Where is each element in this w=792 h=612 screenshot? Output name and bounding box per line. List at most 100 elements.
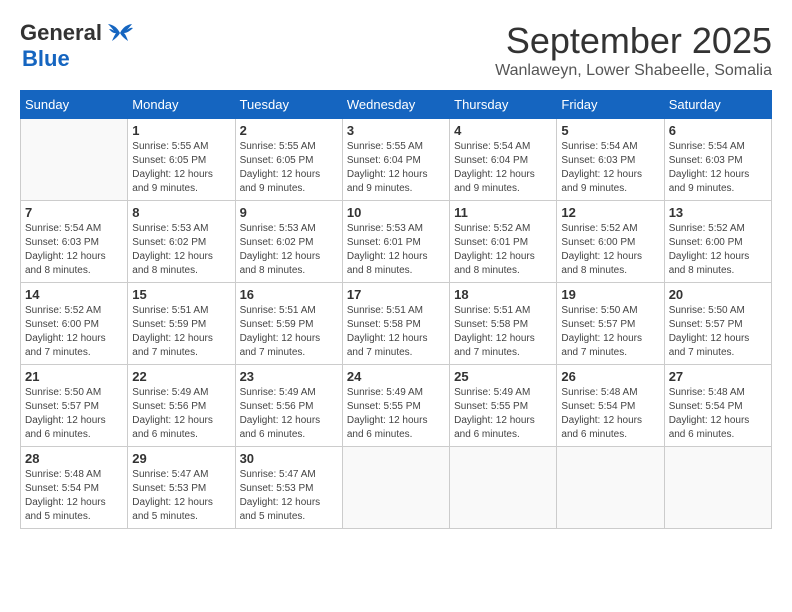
day-info: Sunrise: 5:48 AM Sunset: 5:54 PM Dayligh…: [669, 386, 767, 442]
calendar-cell: 22Sunrise: 5:49 AM Sunset: 5:56 PM Dayli…: [128, 365, 235, 447]
day-number: 4: [454, 123, 552, 138]
day-number: 23: [240, 369, 338, 384]
calendar-cell: 26Sunrise: 5:48 AM Sunset: 5:54 PM Dayli…: [557, 365, 664, 447]
calendar-cell: 9Sunrise: 5:53 AM Sunset: 6:02 PM Daylig…: [235, 201, 342, 283]
calendar-cell: 21 Sunrise: 5:50 AM Sunset: 5:57 PM Dayli…: [21, 365, 128, 447]
day-info: Sunrise: 5:51 AM Sunset: 5:59 PM Dayligh…: [132, 304, 230, 360]
day-info: Sunrise: 5:55 AM Sunset: 6:05 PM Dayligh…: [132, 140, 230, 196]
day-number: 18: [454, 287, 552, 302]
day-number: 17: [347, 287, 445, 302]
calendar-cell: 13Sunrise: 5:52 AM Sunset: 6:00 PM Dayli…: [664, 201, 771, 283]
calendar-cell: 19 Sunrise: 5:50 AM Sunset: 5:57 PM Dayli…: [557, 283, 664, 365]
calendar-cell: 8 Sunrise: 5:53 AM Sunset: 6:02 PM Daylig…: [128, 201, 235, 283]
day-number: 5: [561, 123, 659, 138]
calendar-cell: 2 Sunrise: 5:55 AM Sunset: 6:05 PM Daylig…: [235, 119, 342, 201]
calendar-cell: 3Sunrise: 5:55 AM Sunset: 6:04 PM Daylig…: [342, 119, 449, 201]
calendar-cell: 25Sunrise: 5:49 AM Sunset: 5:55 PM Dayli…: [450, 365, 557, 447]
calendar-week-row: 28 Sunrise: 5:48 AM Sunset: 5:54 PM Dayli…: [21, 447, 772, 529]
column-header-thursday: Thursday: [450, 91, 557, 119]
calendar-cell: 1 Sunrise: 5:55 AM Sunset: 6:05 PM Daylig…: [128, 119, 235, 201]
calendar-cell: 23 Sunrise: 5:49 AM Sunset: 5:56 PM Dayli…: [235, 365, 342, 447]
day-number: 28: [25, 451, 123, 466]
day-info: Sunrise: 5:54 AM Sunset: 6:03 PM Dayligh…: [669, 140, 767, 196]
day-info: Sunrise: 5:50 AM Sunset: 5:57 PM Dayligh…: [561, 304, 659, 360]
column-header-monday: Monday: [128, 91, 235, 119]
day-number: 19: [561, 287, 659, 302]
calendar-cell: 7 Sunrise: 5:54 AM Sunset: 6:03 PM Daylig…: [21, 201, 128, 283]
day-info: Sunrise: 5:54 AM Sunset: 6:03 PM Dayligh…: [561, 140, 659, 196]
day-info: Sunrise: 5:51 AM Sunset: 5:58 PM Dayligh…: [347, 304, 445, 360]
calendar-cell: [342, 447, 449, 529]
calendar-header-row: SundayMondayTuesdayWednesdayThursdayFrid…: [21, 91, 772, 119]
day-number: 11: [454, 205, 552, 220]
day-info: Sunrise: 5:49 AM Sunset: 5:56 PM Dayligh…: [132, 386, 230, 442]
calendar-week-row: 7 Sunrise: 5:54 AM Sunset: 6:03 PM Daylig…: [21, 201, 772, 283]
logo: General Blue: [20, 20, 134, 72]
calendar-cell: 28 Sunrise: 5:48 AM Sunset: 5:54 PM Dayli…: [21, 447, 128, 529]
day-number: 21: [25, 369, 123, 384]
day-info: Sunrise: 5:53 AM Sunset: 6:01 PM Dayligh…: [347, 222, 445, 278]
day-number: 7: [25, 205, 123, 220]
day-info: Sunrise: 5:54 AM Sunset: 6:04 PM Dayligh…: [454, 140, 552, 196]
calendar-cell: 18 Sunrise: 5:51 AM Sunset: 5:58 PM Dayli…: [450, 283, 557, 365]
calendar-cell: 27 Sunrise: 5:48 AM Sunset: 5:54 PM Dayli…: [664, 365, 771, 447]
calendar-cell: 29 Sunrise: 5:47 AM Sunset: 5:53 PM Dayli…: [128, 447, 235, 529]
calendar-cell: 5 Sunrise: 5:54 AM Sunset: 6:03 PM Daylig…: [557, 119, 664, 201]
day-info: Sunrise: 5:55 AM Sunset: 6:05 PM Dayligh…: [240, 140, 338, 196]
day-number: 30: [240, 451, 338, 466]
logo-bird-icon: [106, 23, 134, 43]
day-info: Sunrise: 5:49 AM Sunset: 5:55 PM Dayligh…: [347, 386, 445, 442]
calendar-cell: 17 Sunrise: 5:51 AM Sunset: 5:58 PM Dayli…: [342, 283, 449, 365]
day-info: Sunrise: 5:47 AM Sunset: 5:53 PM Dayligh…: [132, 468, 230, 524]
day-number: 20: [669, 287, 767, 302]
calendar-cell: 30 Sunrise: 5:47 AM Sunset: 5:53 PM Dayli…: [235, 447, 342, 529]
day-number: 26: [561, 369, 659, 384]
location-title: Wanlaweyn, Lower Shabeelle, Somalia: [495, 62, 772, 80]
day-number: 15: [132, 287, 230, 302]
calendar-cell: 15 Sunrise: 5:51 AM Sunset: 5:59 PM Dayli…: [128, 283, 235, 365]
day-info: Sunrise: 5:51 AM Sunset: 5:59 PM Dayligh…: [240, 304, 338, 360]
calendar-cell: 12 Sunrise: 5:52 AM Sunset: 6:00 PM Dayli…: [557, 201, 664, 283]
calendar-cell: 14 Sunrise: 5:52 AM Sunset: 6:00 PM Dayli…: [21, 283, 128, 365]
day-number: 9: [240, 205, 338, 220]
day-info: Sunrise: 5:47 AM Sunset: 5:53 PM Dayligh…: [240, 468, 338, 524]
column-header-wednesday: Wednesday: [342, 91, 449, 119]
day-number: 10: [347, 205, 445, 220]
day-number: 2: [240, 123, 338, 138]
calendar-cell: [664, 447, 771, 529]
day-info: Sunrise: 5:53 AM Sunset: 6:02 PM Dayligh…: [132, 222, 230, 278]
calendar-table: SundayMondayTuesdayWednesdayThursdayFrid…: [20, 90, 772, 529]
day-info: Sunrise: 5:51 AM Sunset: 5:58 PM Dayligh…: [454, 304, 552, 360]
calendar-cell: 20Sunrise: 5:50 AM Sunset: 5:57 PM Dayli…: [664, 283, 771, 365]
page-header: General Blue September 2025 Wanlaweyn, L…: [20, 20, 772, 80]
day-number: 14: [25, 287, 123, 302]
day-number: 29: [132, 451, 230, 466]
title-block: September 2025 Wanlaweyn, Lower Shabeell…: [495, 20, 772, 80]
day-number: 3: [347, 123, 445, 138]
day-number: 6: [669, 123, 767, 138]
calendar-cell: 10 Sunrise: 5:53 AM Sunset: 6:01 PM Dayli…: [342, 201, 449, 283]
calendar-week-row: 21 Sunrise: 5:50 AM Sunset: 5:57 PM Dayli…: [21, 365, 772, 447]
day-number: 12: [561, 205, 659, 220]
day-info: Sunrise: 5:50 AM Sunset: 5:57 PM Dayligh…: [25, 386, 123, 442]
column-header-saturday: Saturday: [664, 91, 771, 119]
day-number: 16: [240, 287, 338, 302]
calendar-cell: 6 Sunrise: 5:54 AM Sunset: 6:03 PM Daylig…: [664, 119, 771, 201]
column-header-friday: Friday: [557, 91, 664, 119]
day-info: Sunrise: 5:52 AM Sunset: 6:01 PM Dayligh…: [454, 222, 552, 278]
day-info: Sunrise: 5:49 AM Sunset: 5:55 PM Dayligh…: [454, 386, 552, 442]
day-info: Sunrise: 5:48 AM Sunset: 5:54 PM Dayligh…: [25, 468, 123, 524]
column-header-sunday: Sunday: [21, 91, 128, 119]
calendar-week-row: 14 Sunrise: 5:52 AM Sunset: 6:00 PM Dayli…: [21, 283, 772, 365]
day-info: Sunrise: 5:52 AM Sunset: 6:00 PM Dayligh…: [25, 304, 123, 360]
day-number: 8: [132, 205, 230, 220]
day-number: 1: [132, 123, 230, 138]
day-info: Sunrise: 5:52 AM Sunset: 6:00 PM Dayligh…: [561, 222, 659, 278]
day-number: 27: [669, 369, 767, 384]
day-info: Sunrise: 5:54 AM Sunset: 6:03 PM Dayligh…: [25, 222, 123, 278]
day-number: 24: [347, 369, 445, 384]
day-info: Sunrise: 5:49 AM Sunset: 5:56 PM Dayligh…: [240, 386, 338, 442]
column-header-tuesday: Tuesday: [235, 91, 342, 119]
logo-blue-text: Blue: [22, 46, 70, 72]
calendar-cell: 24 Sunrise: 5:49 AM Sunset: 5:55 PM Dayli…: [342, 365, 449, 447]
